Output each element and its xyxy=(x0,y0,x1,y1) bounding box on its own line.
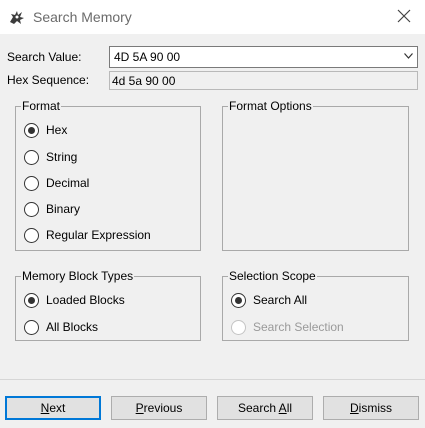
radio-label: All Blocks xyxy=(46,320,99,334)
close-icon[interactable] xyxy=(397,9,411,23)
radio-decimal[interactable]: Decimal xyxy=(24,174,89,192)
radio-string[interactable]: String xyxy=(24,148,77,166)
radio-button[interactable] xyxy=(24,292,39,308)
radio-label: Regular Expression xyxy=(46,228,151,242)
radio-loaded-blocks[interactable]: Loaded Blocks xyxy=(24,291,125,309)
radio-label: Decimal xyxy=(46,176,90,190)
search-value-label: Search Value: xyxy=(7,50,82,64)
radio-button[interactable] xyxy=(24,149,39,165)
radio-button[interactable] xyxy=(24,227,39,243)
radio-button[interactable] xyxy=(231,292,246,308)
radio-label: Search All xyxy=(253,293,308,307)
next-button[interactable]: Next xyxy=(5,396,101,420)
previous-button[interactable]: Previous xyxy=(111,396,207,420)
search-value-text[interactable]: 4D 5A 90 00 xyxy=(114,50,180,64)
memory-block-types-title: Memory Block Types xyxy=(21,269,135,283)
radio-label: Binary xyxy=(46,202,81,216)
chevron-down-icon[interactable] xyxy=(404,53,413,59)
hex-sequence-value: 4d 5a 90 00 xyxy=(112,74,176,88)
radio-label: String xyxy=(46,150,78,164)
radio-button[interactable] xyxy=(24,201,39,217)
format-options-group: Format Options xyxy=(222,99,409,251)
search-value-combobox[interactable]: 4D 5A 90 00 xyxy=(109,46,418,68)
radio-button[interactable] xyxy=(24,319,39,335)
dragon-icon xyxy=(10,11,24,24)
memory-block-types-group: Memory Block Types Loaded Blocks All Blo… xyxy=(15,269,201,341)
search-all-button[interactable]: Search All xyxy=(217,396,313,420)
hex-sequence-field: 4d 5a 90 00 xyxy=(109,71,418,90)
selection-scope-group: Selection Scope Search All Search Select… xyxy=(222,269,409,341)
radio-label: Search Selection xyxy=(253,320,344,334)
radio-label: Loaded Blocks xyxy=(46,293,125,307)
radio-button[interactable] xyxy=(24,175,39,191)
radio-button[interactable] xyxy=(24,122,39,138)
divider xyxy=(0,379,425,380)
hex-sequence-label: Hex Sequence: xyxy=(7,73,90,87)
selection-scope-title: Selection Scope xyxy=(228,269,317,283)
radio-button xyxy=(231,319,246,335)
radio-search-all[interactable]: Search All xyxy=(231,291,307,309)
title-bar: Search Memory xyxy=(0,0,425,34)
radio-label: Hex xyxy=(46,123,68,137)
window-title: Search Memory xyxy=(33,9,132,25)
format-options-title: Format Options xyxy=(228,99,313,113)
dismiss-button[interactable]: Dismiss xyxy=(323,396,419,420)
radio-binary[interactable]: Binary xyxy=(24,200,80,218)
format-group-title: Format xyxy=(21,99,62,113)
radio-all-blocks[interactable]: All Blocks xyxy=(24,318,98,336)
format-group: Format Hex String Decimal Binary Regular… xyxy=(15,99,201,251)
radio-regular-expression[interactable]: Regular Expression xyxy=(24,226,151,244)
radio-search-selection: Search Selection xyxy=(231,318,344,336)
radio-hex[interactable]: Hex xyxy=(24,121,67,139)
